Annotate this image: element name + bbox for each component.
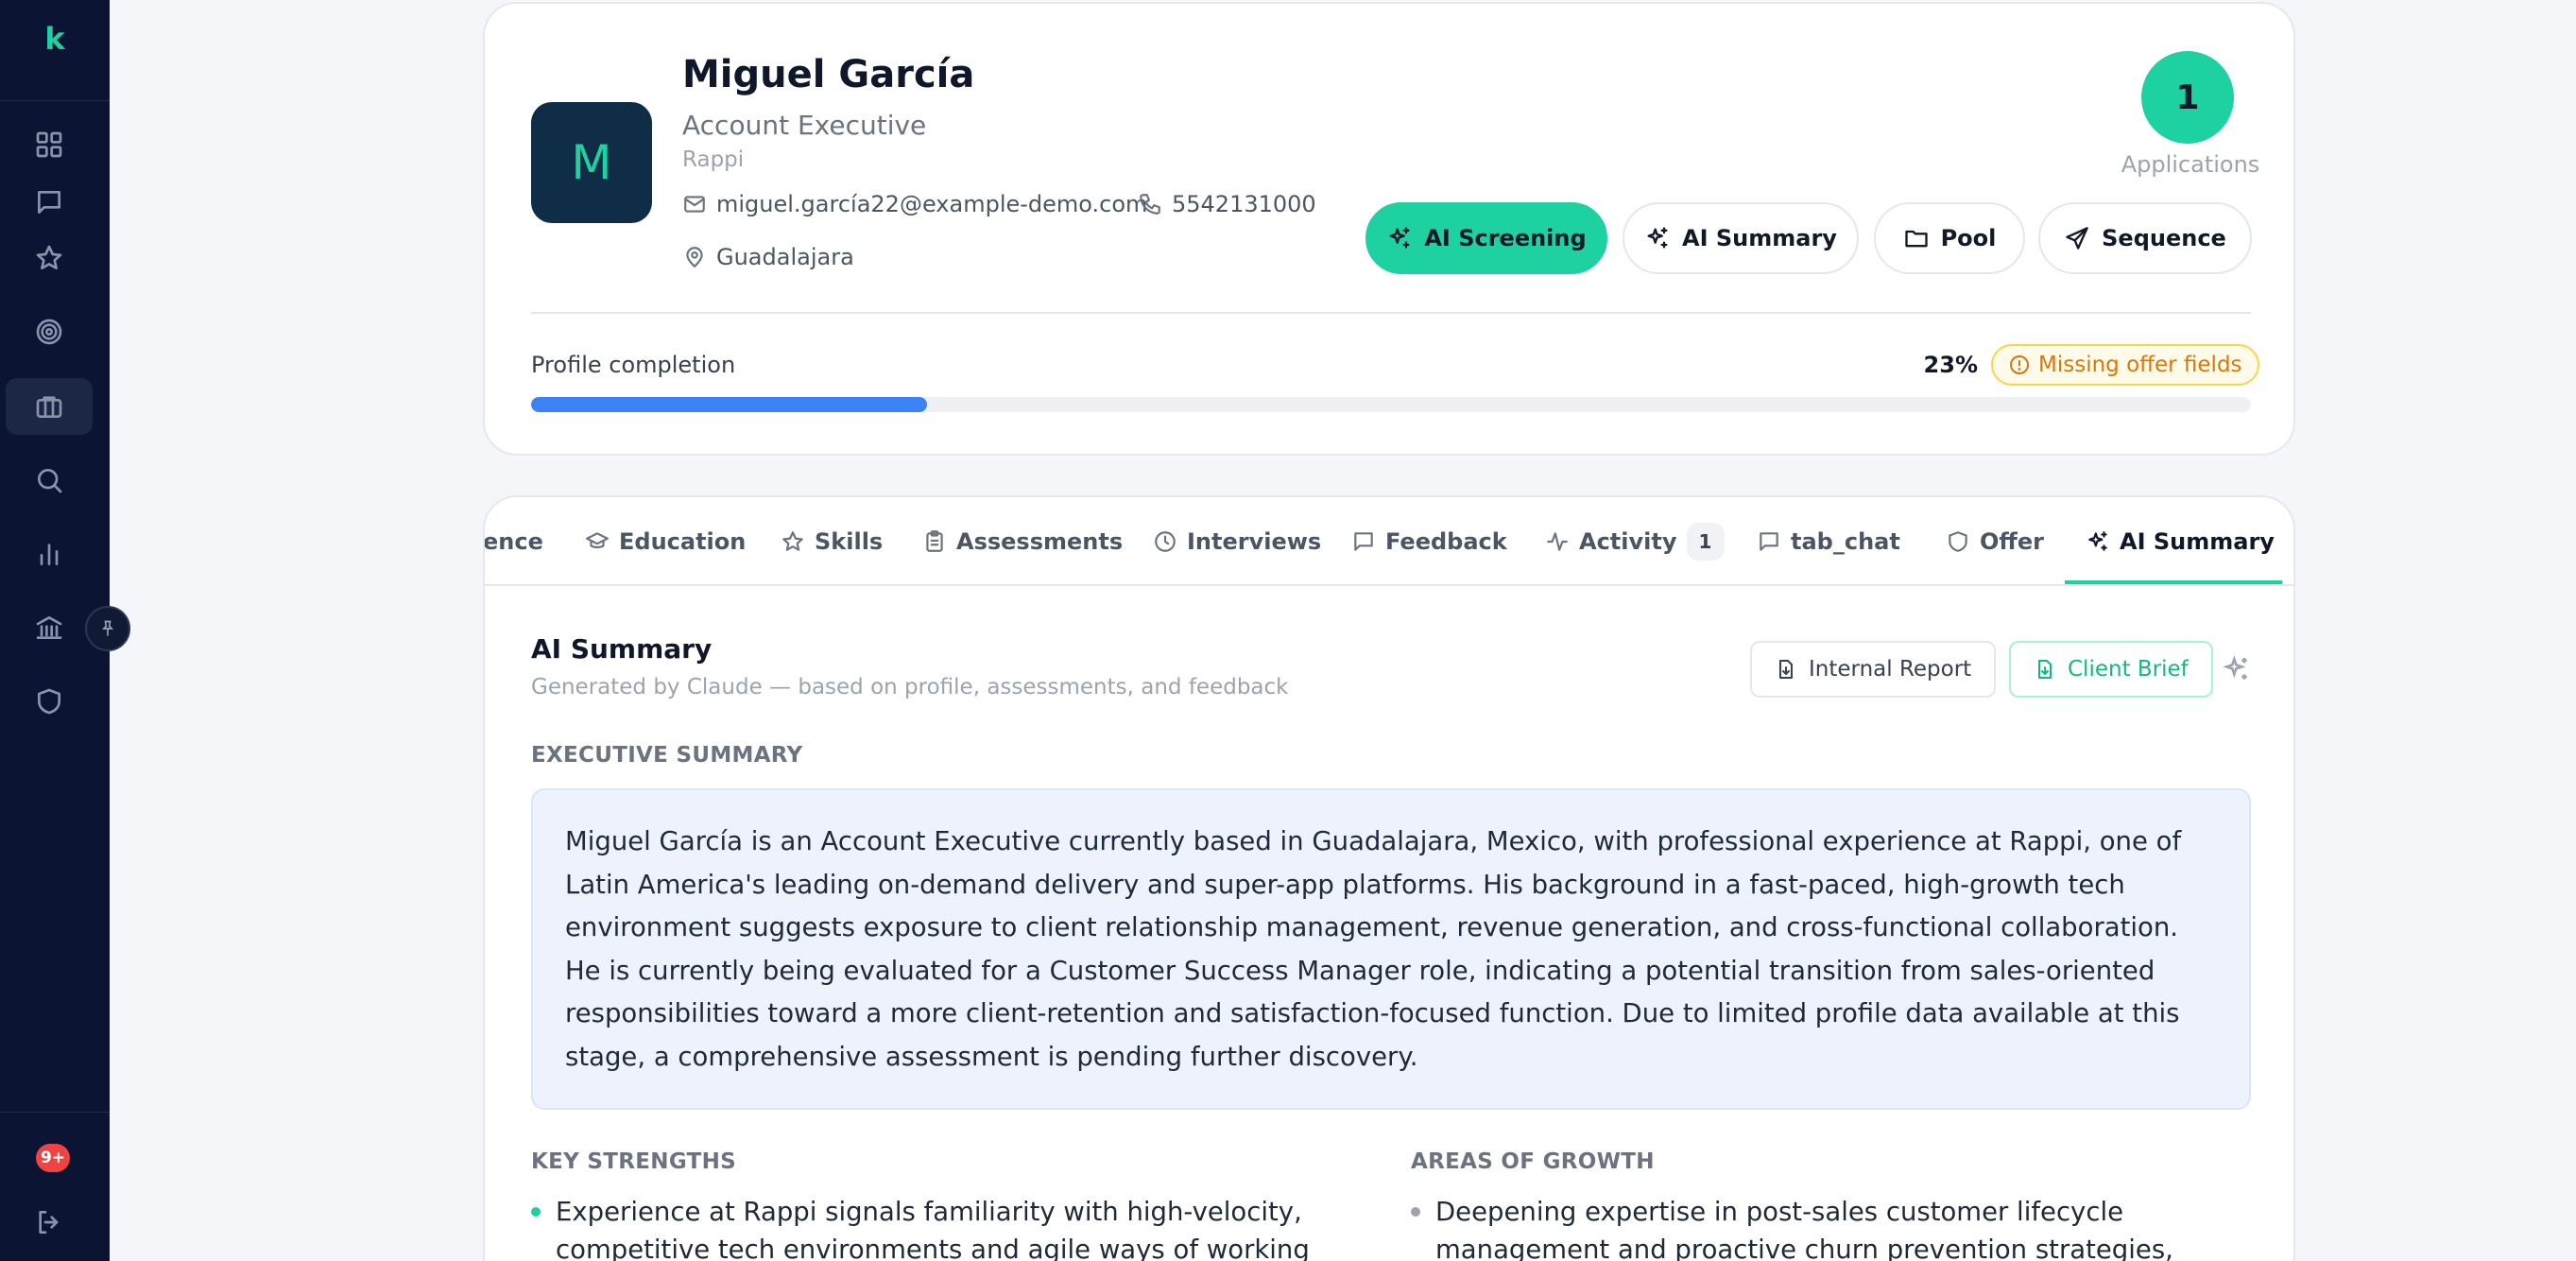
nav-jobs[interactable] <box>6 378 93 435</box>
folder-icon <box>1904 230 1928 248</box>
star-icon <box>782 531 803 551</box>
candidate-role: Account Executive <box>682 110 927 141</box>
tab-assessments[interactable]: Assessments <box>922 497 1123 584</box>
tab-ai-summary[interactable]: AI Summary <box>2086 497 2275 584</box>
sparkles-icon <box>2088 531 2107 551</box>
tab-chat[interactable]: tab_chat <box>1757 497 1900 584</box>
avatar: M <box>531 102 652 223</box>
graduation-cap-icon <box>586 532 609 549</box>
candidate-email[interactable]: miguel.garcía22@example-demo.com <box>682 191 1147 217</box>
pin-sidebar-button[interactable] <box>85 606 130 651</box>
tab-interviews[interactable]: Interviews <box>1153 497 1321 584</box>
alert-circle-icon <box>2010 355 2029 374</box>
shield-icon <box>38 688 60 715</box>
applications-label: Applications <box>2121 151 2260 178</box>
star-icon <box>36 245 62 269</box>
ai-summary-title: AI Summary <box>531 633 713 665</box>
tab-offer[interactable]: Offer <box>1946 497 2044 584</box>
activity-icon <box>1547 532 1568 551</box>
clipboard-icon <box>926 530 943 552</box>
location-text: Guadalajara <box>716 244 854 270</box>
nav-messages[interactable] <box>6 174 93 231</box>
message-square-icon <box>1354 532 1373 551</box>
briefcase-icon <box>36 396 62 418</box>
sidebar-divider <box>0 1112 110 1113</box>
nav-logout[interactable] <box>6 1194 93 1251</box>
candidate-company: Rappi <box>682 147 745 172</box>
candidate-phone[interactable]: 5542131000 <box>1138 191 1316 217</box>
nav-dashboard[interactable] <box>6 116 93 173</box>
shield-icon <box>1949 531 1967 552</box>
nav-favorites[interactable] <box>6 230 93 286</box>
areas-of-growth-label: AREAS OF GROWTH <box>1411 1149 1655 1174</box>
pool-button[interactable]: Pool <box>1874 202 2025 274</box>
message-square-icon <box>1760 532 1778 551</box>
grid-icon <box>36 131 62 158</box>
client-brief-button[interactable]: Client Brief <box>2009 641 2213 698</box>
sidebar-divider <box>0 100 110 101</box>
profile-divider <box>531 312 2251 314</box>
nav-search[interactable] <box>6 452 93 509</box>
send-icon <box>2066 227 2088 250</box>
ai-summary-button[interactable]: AI Summary <box>1623 202 1859 274</box>
active-tab-indicator <box>2065 580 2282 584</box>
nav-security[interactable] <box>6 673 93 730</box>
email-text: miguel.garcía22@example-demo.com <box>716 191 1148 217</box>
ai-summary-subtitle: Generated by Claude — based on profile, … <box>531 675 1289 700</box>
profile-completion-percent: 23% <box>1923 352 1978 378</box>
nav-companies[interactable] <box>6 599 93 656</box>
bullet-dot <box>531 1207 541 1217</box>
key-strength-item: Experience at Rappi signals familiarity … <box>531 1193 1344 1261</box>
tab-feedback[interactable]: Feedback <box>1351 497 1507 584</box>
sidebar: k 9+ <box>0 0 130 1261</box>
internal-report-button[interactable]: Internal Report <box>1750 641 1997 698</box>
notification-badge[interactable]: 9+ <box>36 1144 70 1172</box>
applications-count[interactable]: 1 <box>2141 51 2234 144</box>
ai-screening-button[interactable]: AI Screening <box>1365 202 1607 274</box>
tab-experience[interactable]: ence <box>485 497 543 584</box>
nav-goals[interactable] <box>6 303 93 360</box>
phone-icon <box>1140 194 1160 215</box>
sparkles-icon <box>1389 227 1410 249</box>
tab-skills[interactable]: Skills <box>781 497 883 584</box>
candidate-profile-card: M Miguel García Account Executive Rappi … <box>483 2 2295 456</box>
candidate-detail-card: ence Education Skills Assessments Interv… <box>483 495 2295 1261</box>
phone-text: 5542131000 <box>1172 191 1316 217</box>
detail-tabs: ence Education Skills Assessments Interv… <box>485 497 2293 586</box>
bar-chart-icon <box>40 544 59 565</box>
logout-icon <box>39 1211 59 1234</box>
clock-icon <box>1155 531 1176 552</box>
profile-completion-fill <box>531 397 927 412</box>
tab-activity[interactable]: Activity 1 <box>1545 497 1725 584</box>
key-strengths-label: KEY STRENGTHS <box>531 1149 736 1174</box>
sequence-button[interactable]: Sequence <box>2038 202 2252 274</box>
bank-icon <box>36 616 62 639</box>
executive-summary-box: Miguel García is an Account Executive cu… <box>531 788 2251 1110</box>
map-pin-icon <box>686 247 703 268</box>
chat-icon <box>38 191 60 214</box>
activity-count-badge: 1 <box>1686 523 1725 561</box>
search-icon <box>38 469 62 493</box>
candidate-name: Miguel García <box>682 53 975 96</box>
app-logo[interactable]: k <box>0 21 110 57</box>
candidate-location: Guadalajara <box>682 244 854 270</box>
file-download-icon <box>2038 660 2052 679</box>
profile-completion-bar <box>531 397 2251 412</box>
profile-completion-label: Profile completion <box>531 352 736 378</box>
bullet-dot <box>1411 1207 1420 1217</box>
regenerate-summary-button[interactable] <box>2222 654 2252 684</box>
file-download-icon <box>1779 660 1793 679</box>
sparkles-icon <box>1647 227 1668 249</box>
tab-education[interactable]: Education <box>585 497 746 584</box>
pin-icon <box>101 620 114 636</box>
target-icon <box>36 319 62 345</box>
nav-analytics[interactable] <box>6 526 93 582</box>
sparkles-icon <box>2223 655 2247 680</box>
executive-summary-label: EXECUTIVE SUMMARY <box>531 743 803 768</box>
mail-icon <box>684 196 705 213</box>
missing-offer-fields-badge[interactable]: Missing offer fields <box>1991 344 2259 386</box>
growth-area-item: Deepening expertise in post-sales custom… <box>1411 1193 2242 1261</box>
